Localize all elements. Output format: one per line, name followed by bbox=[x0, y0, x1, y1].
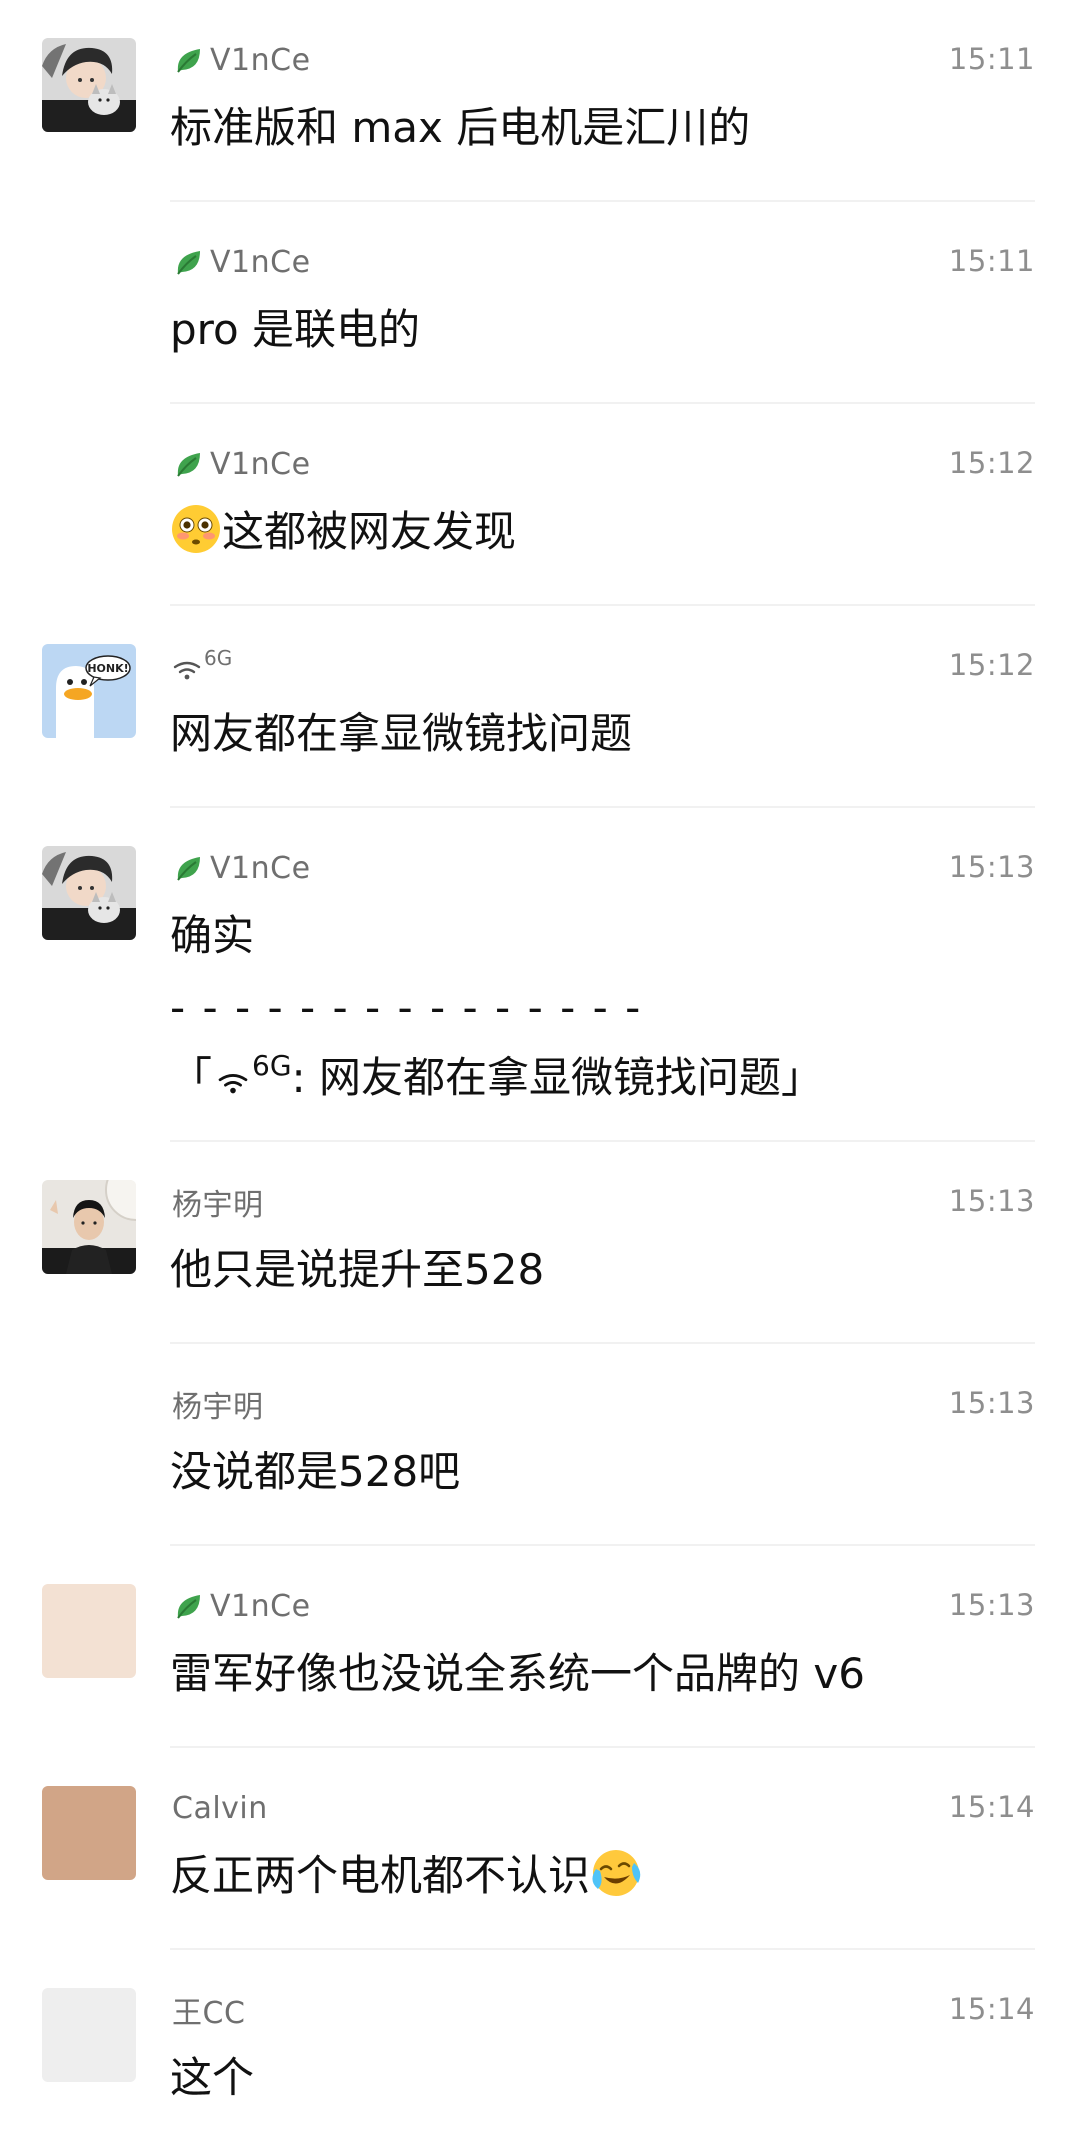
sender-row: 王CC bbox=[172, 1988, 245, 2032]
message-time: 15:12 bbox=[948, 446, 1035, 480]
leaf-icon bbox=[172, 851, 206, 885]
message-text: 这都被网友发现 bbox=[170, 502, 516, 562]
sender-name[interactable]: 杨宇明 bbox=[172, 1382, 264, 1426]
leaf-icon bbox=[172, 43, 206, 77]
message-time: 15:13 bbox=[948, 1588, 1035, 1622]
sender-row: 6G bbox=[172, 646, 232, 686]
chat-message: V1nCe 15:13 确实 - - - - - - - - - - - - -… bbox=[0, 808, 1080, 1142]
sender-name-superscript: 6G bbox=[204, 646, 233, 670]
message-text: 标准版和 max 后电机是汇川的 bbox=[170, 103, 751, 152]
chat-message: V1nCe 15:12 这都被网友发现 bbox=[0, 404, 1080, 606]
avatar-tan-blank[interactable] bbox=[42, 1786, 136, 1880]
avatar-boy-with-cat[interactable] bbox=[42, 38, 136, 132]
chat-message: V1nCe 15:13 雷军好像也没说全系统一个品牌的 v6 bbox=[0, 1546, 1080, 1748]
message-text: 反正两个电机都不认识 bbox=[170, 1846, 642, 1906]
sender-row: V1nCe bbox=[172, 242, 311, 282]
message-text: pro 是联电的 bbox=[170, 305, 421, 354]
avatar-honk-goose[interactable]: HONK! bbox=[42, 644, 136, 738]
sender-name[interactable]: V1nCe bbox=[210, 43, 311, 78]
chat-message: HONK! 6G 15:12 网友都在拿显微镜找问题 bbox=[0, 606, 1080, 808]
chat-message: V1nCe 15:11 标准版和 max 后电机是汇川的 bbox=[0, 0, 1080, 202]
wifi-icon bbox=[216, 1069, 250, 1097]
message-text: 他只是说提升至528 bbox=[170, 1245, 545, 1294]
message-time: 15:13 bbox=[948, 1386, 1035, 1420]
chat-message: 杨宇明 15:13 没说都是528吧 bbox=[0, 1344, 1080, 1546]
flushed-face-emoji bbox=[170, 503, 222, 555]
avatar-grey-blank[interactable] bbox=[42, 1988, 136, 2082]
message-time: 15:13 bbox=[948, 1184, 1035, 1218]
chat-message-list: V1nCe 15:11 标准版和 max 后电机是汇川的 V1nCe 15:11… bbox=[0, 0, 1080, 2132]
message-text: 没说都是528吧 bbox=[170, 1447, 461, 1496]
sender-row: Calvin bbox=[172, 1788, 268, 1828]
chat-message: V1nCe 15:11 pro 是联电的 bbox=[0, 202, 1080, 404]
message-text: 确实 bbox=[170, 911, 255, 960]
sender-row: 杨宇明 bbox=[172, 1180, 264, 1224]
message-time: 15:13 bbox=[948, 850, 1035, 884]
quote-body: : 网友都在拿显微镜找问题 bbox=[291, 1053, 782, 1102]
sender-row: V1nCe bbox=[172, 40, 311, 80]
quoted-message[interactable]: 「 6G : 网友都在拿显微镜找问题 」 bbox=[170, 1048, 823, 1108]
sender-name[interactable]: 杨宇明 bbox=[172, 1180, 264, 1224]
chat-message: 杨宇明 15:13 他只是说提升至528 bbox=[0, 1142, 1080, 1344]
leaf-icon bbox=[172, 245, 206, 279]
sender-name[interactable]: V1nCe bbox=[210, 851, 311, 886]
message-time: 15:14 bbox=[948, 1790, 1035, 1824]
message-time: 15:12 bbox=[948, 648, 1035, 682]
wifi-icon bbox=[172, 657, 202, 683]
sender-row: V1nCe bbox=[172, 848, 311, 888]
message-time: 15:11 bbox=[948, 42, 1035, 76]
sender-name[interactable]: V1nCe bbox=[210, 447, 311, 482]
message-text: 雷军好像也没说全系统一个品牌的 v6 bbox=[170, 1649, 865, 1698]
message-text: 这个 bbox=[170, 2053, 255, 2102]
leaf-icon bbox=[172, 1589, 206, 1623]
sender-row: V1nCe bbox=[172, 444, 311, 484]
quote-close-bracket: 」 bbox=[781, 1053, 824, 1102]
sender-name[interactable]: Calvin bbox=[172, 1791, 268, 1826]
sender-name[interactable]: 王CC bbox=[172, 1988, 245, 2032]
crying-laughing-emoji bbox=[590, 1847, 642, 1899]
chat-message: Calvin 15:14 反正两个电机都不认识 bbox=[0, 1748, 1080, 1950]
quote-sender-superscript: 6G bbox=[252, 1049, 292, 1082]
svg-text:HONK!: HONK! bbox=[87, 662, 128, 675]
message-text: 网友都在拿显微镜找问题 bbox=[170, 709, 633, 758]
avatar-boy-with-cat[interactable] bbox=[42, 846, 136, 940]
leaf-icon bbox=[172, 447, 206, 481]
sender-row: 杨宇明 bbox=[172, 1382, 264, 1426]
avatar-man-photo[interactable] bbox=[42, 1180, 136, 1274]
message-time: 15:11 bbox=[948, 244, 1035, 278]
quote-separator: - - - - - - - - - - - - - - - bbox=[170, 983, 643, 1032]
avatar-beige-blank[interactable] bbox=[42, 1584, 136, 1678]
sender-name[interactable]: V1nCe bbox=[210, 1589, 311, 1624]
chat-message: 王CC 15:14 这个 bbox=[0, 1950, 1080, 2132]
sender-name[interactable]: V1nCe bbox=[210, 245, 311, 280]
message-text-body: 反正两个电机都不认识 bbox=[170, 1851, 591, 1900]
message-text-body: 这都被网友发现 bbox=[222, 507, 517, 556]
message-time: 15:14 bbox=[948, 1992, 1035, 2026]
sender-row: V1nCe bbox=[172, 1586, 311, 1626]
quote-open-bracket: 「 bbox=[170, 1053, 213, 1102]
